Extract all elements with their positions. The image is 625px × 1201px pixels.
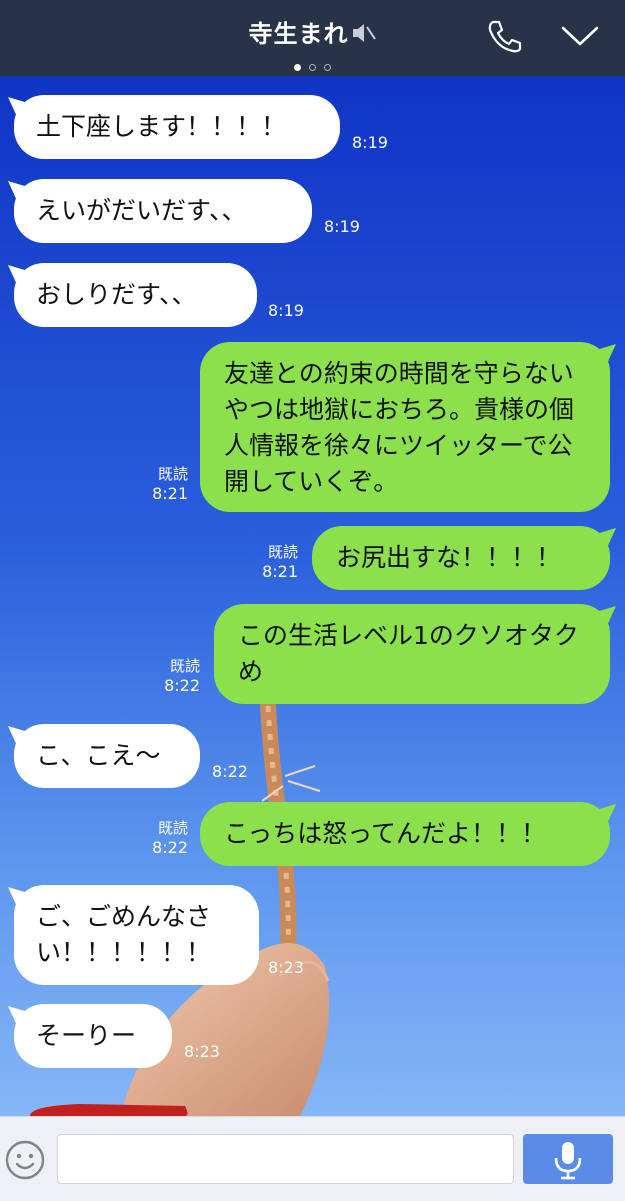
page-dot — [309, 64, 316, 71]
microphone-icon — [554, 1142, 582, 1180]
outgoing-message-bubble[interactable]: お尻出すな！！！！ — [312, 526, 610, 590]
message-timestamp: 8:22 — [212, 762, 248, 781]
chat-header: 寺生まれ — [0, 0, 625, 76]
message-timestamp: 8:19 — [324, 217, 360, 236]
outgoing-message-bubble[interactable]: こっちは怒ってんだよ！！！ — [200, 802, 610, 866]
bubble-tail — [596, 606, 616, 628]
chat-title-wrap: 寺生まれ — [0, 14, 625, 49]
message-timestamp: 8:22 — [164, 676, 200, 695]
message-timestamp: 8:22 — [152, 838, 188, 857]
message-meta: 既読 8:22 — [138, 818, 188, 858]
outgoing-message-bubble[interactable]: 友達との約束の時間を守らないやつは地獄におちろ。貴様の個人情報を徐々にツイッター… — [200, 342, 610, 512]
bubble-tail — [8, 1006, 28, 1028]
mute-icon — [352, 24, 376, 42]
read-receipt: 既読 — [267, 543, 298, 561]
chevron-down-icon[interactable] — [560, 24, 600, 48]
bubble-tail — [8, 181, 28, 203]
incoming-message-bubble[interactable]: えいがだいだす、、 — [14, 179, 312, 243]
incoming-message-bubble[interactable]: そーりー — [14, 1004, 172, 1068]
bubble-tail — [596, 344, 616, 366]
phone-icon[interactable] — [485, 18, 523, 54]
message-timestamp: 8:19 — [268, 301, 304, 320]
message-timestamp: 8:19 — [352, 133, 388, 152]
bubble-tail — [8, 887, 28, 909]
microphone-button[interactable] — [523, 1134, 613, 1184]
chat-title[interactable]: 寺生まれ — [249, 20, 349, 48]
bubble-tail — [8, 726, 28, 748]
message-input[interactable] — [57, 1134, 514, 1184]
page-dot — [324, 64, 331, 71]
message-meta: 既読 8:21 — [248, 542, 298, 582]
incoming-message-bubble[interactable]: おしりだす、、 — [14, 263, 257, 327]
incoming-message-bubble[interactable]: こ、こえ〜 — [14, 724, 200, 788]
page-indicator — [0, 56, 625, 75]
incoming-message-bubble[interactable]: ご、ごめんなさい！！！！！！ — [14, 885, 259, 985]
read-receipt: 既読 — [157, 819, 188, 837]
message-timestamp: 8:23 — [268, 958, 304, 977]
message-timestamp: 8:21 — [262, 562, 298, 581]
read-receipt: 既読 — [157, 465, 188, 483]
composer-bar — [0, 1116, 625, 1201]
bubble-tail — [8, 265, 28, 287]
outgoing-message-bubble[interactable]: この生活レベル1のクソオタクめ — [214, 604, 610, 704]
message-meta: 既読 8:21 — [138, 464, 188, 504]
bubble-tail — [8, 97, 28, 119]
page-dot — [294, 64, 301, 71]
bubble-tail — [596, 528, 616, 550]
incoming-message-bubble[interactable]: 土下座します！！！！ — [14, 95, 340, 159]
read-receipt: 既読 — [169, 657, 200, 675]
message-timestamp: 8:23 — [184, 1042, 220, 1061]
message-meta: 既読 8:22 — [150, 656, 200, 696]
bubble-tail — [596, 804, 616, 826]
message-timestamp: 8:21 — [152, 484, 188, 503]
message-list[interactable]: 土下座します！！！！ 8:19 えいがだいだす、、 8:19 おしりだす、、 8:19 友達… — [0, 76, 625, 1116]
emoji-icon[interactable] — [4, 1139, 46, 1181]
